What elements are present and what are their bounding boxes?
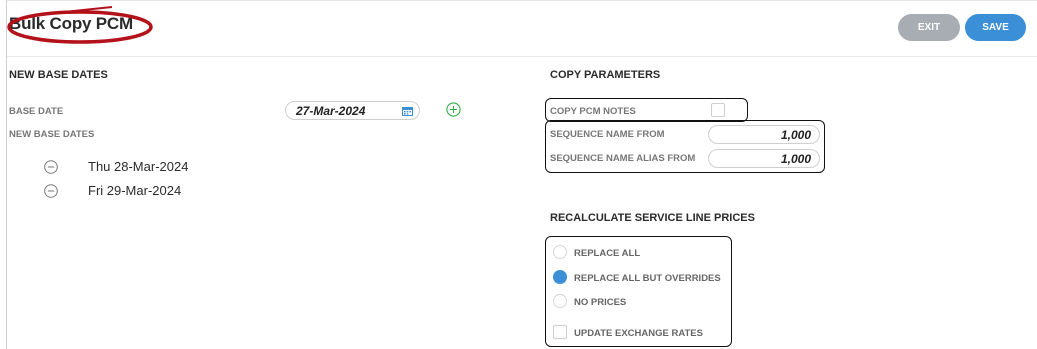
replace-all-but-overrides-label: REPLACE ALL BUT OVERRIDES xyxy=(574,273,721,284)
radio-no-prices[interactable] xyxy=(553,294,567,308)
sequence-alias-from-input[interactable]: 1,000 xyxy=(708,149,820,168)
sequence-alias-from-value: 1,000 xyxy=(780,152,811,166)
base-date-value: 27-Mar-2024 xyxy=(296,104,366,118)
copy-parameters-heading: COPY PARAMETERS xyxy=(550,69,661,81)
update-exchange-rates-checkbox[interactable] xyxy=(553,325,567,339)
add-date-icon[interactable] xyxy=(446,102,461,117)
header-divider xyxy=(7,56,1037,57)
recalculate-heading: RECALCULATE SERVICE LINE PRICES xyxy=(550,212,755,224)
page-frame xyxy=(6,0,1037,349)
new-base-dates-label: NEW BASE DATES xyxy=(9,129,95,140)
sequence-alias-from-label: SEQUENCE NAME ALIAS FROM xyxy=(550,153,696,164)
remove-date-icon[interactable] xyxy=(44,160,58,174)
replace-all-label: REPLACE ALL xyxy=(574,248,641,259)
sequence-name-from-label: SEQUENCE NAME FROM xyxy=(550,129,665,140)
calendar-icon[interactable] xyxy=(402,106,413,116)
sequence-name-from-value: 1,000 xyxy=(780,128,811,142)
remove-date-icon[interactable] xyxy=(44,184,58,198)
save-button[interactable]: SAVE xyxy=(965,14,1026,41)
sequence-name-from-input[interactable]: 1,000 xyxy=(708,125,820,144)
base-date-input[interactable]: 27-Mar-2024 xyxy=(285,101,420,120)
copy-pcm-notes-label: COPY PCM NOTES xyxy=(550,106,636,117)
no-prices-label: NO PRICES xyxy=(574,297,627,308)
new-base-dates-heading: NEW BASE DATES xyxy=(9,69,108,81)
base-date-label: BASE DATE xyxy=(9,106,64,117)
radio-replace-all-but-overrides[interactable] xyxy=(553,270,567,284)
new-date-item: Fri 29-Mar-2024 xyxy=(88,183,182,198)
exit-button[interactable]: EXIT xyxy=(898,14,960,41)
new-date-item: Thu 28-Mar-2024 xyxy=(88,159,189,174)
copy-pcm-notes-checkbox[interactable] xyxy=(711,103,725,117)
radio-replace-all[interactable] xyxy=(553,245,567,259)
page-title: Bulk Copy PCM xyxy=(9,14,133,33)
update-exchange-rates-label: UPDATE EXCHANGE RATES xyxy=(574,328,703,339)
